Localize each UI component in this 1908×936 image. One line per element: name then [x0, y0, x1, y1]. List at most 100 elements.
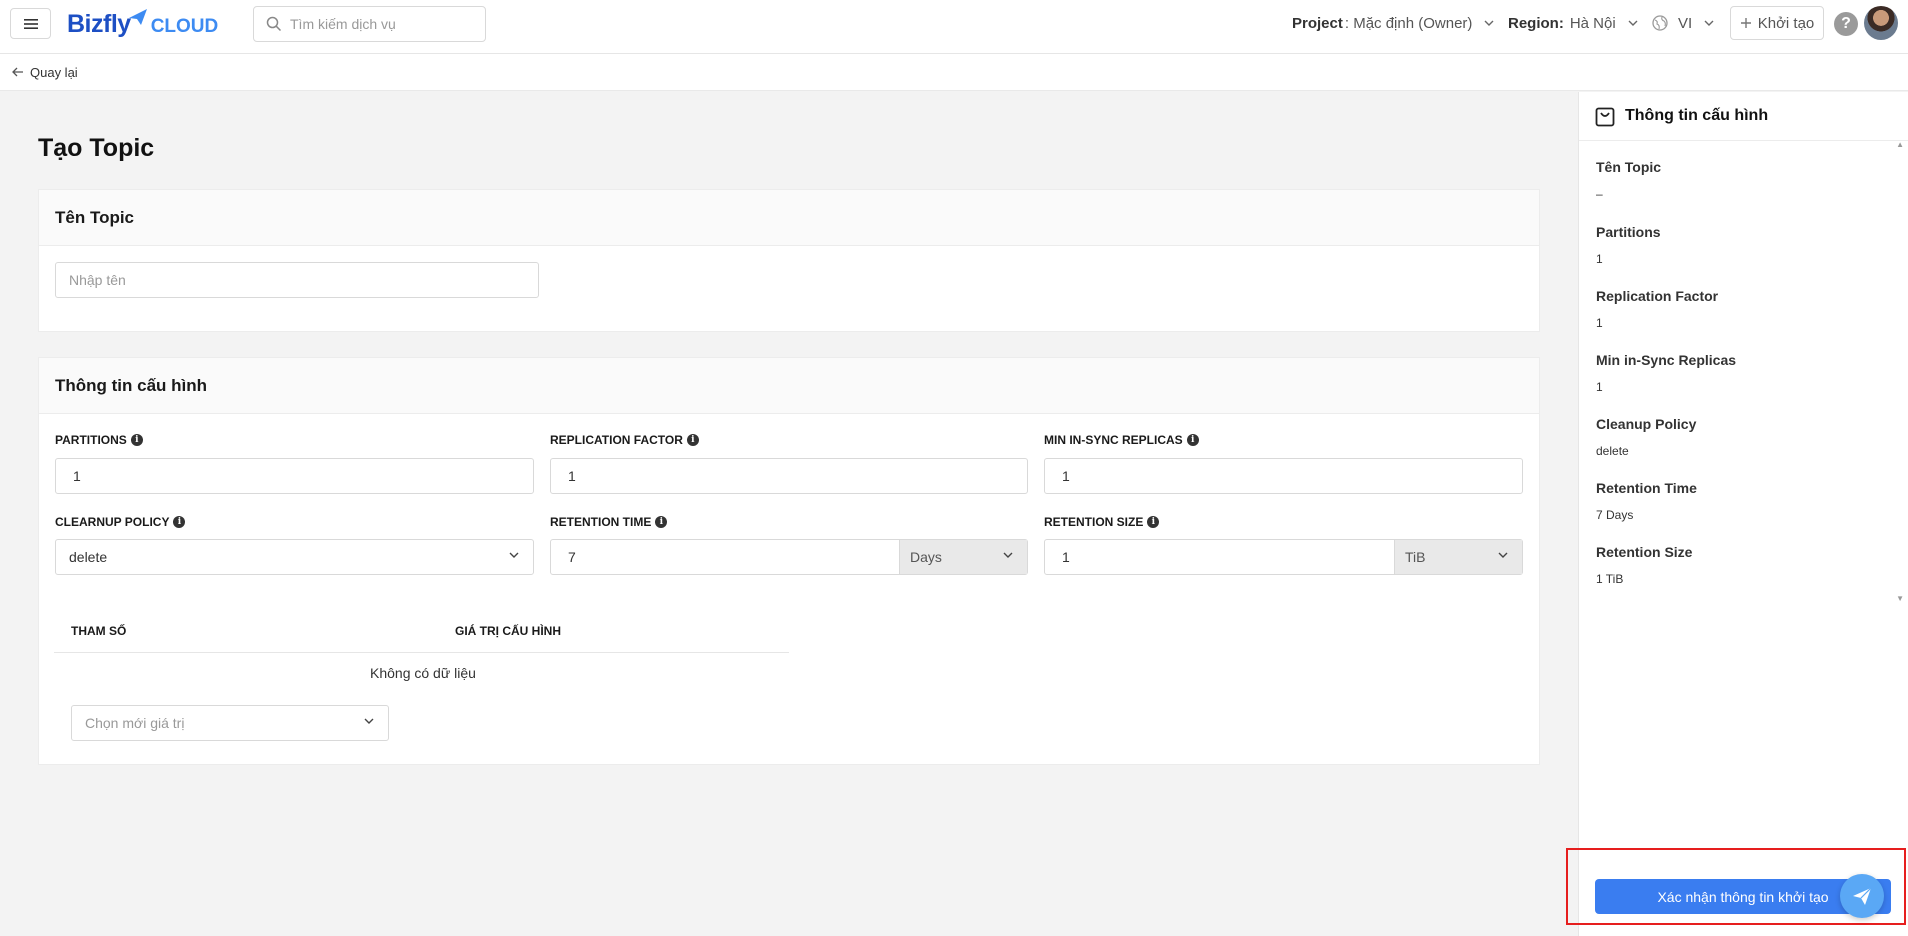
replication-value: 1 — [568, 468, 576, 484]
info-icon[interactable]: i — [130, 434, 143, 446]
summary-item-value: 1 TiB — [1596, 572, 1624, 586]
new-value-placeholder: Chọn mới giá trị — [85, 715, 185, 731]
summary-title: Thông tin cấu hình — [1625, 107, 1769, 124]
scroll-down-icon[interactable]: ▼ — [1896, 594, 1904, 603]
top-header: Bizfly CLOUD Tìm kiếm dịch vụ Project : … — [0, 0, 1908, 54]
cleanup-policy-value: delete — [69, 549, 108, 565]
table-col-param: THAM SỐ — [71, 624, 127, 638]
create-button[interactable]: Khởi tạo — [1730, 6, 1824, 40]
chat-fab[interactable] — [1840, 874, 1884, 918]
summary-item: Retention Time 7 Days — [1596, 480, 1697, 522]
brand-sub: CLOUD — [150, 16, 219, 37]
summary-item-key: Retention Size — [1596, 544, 1693, 560]
brand-logo[interactable]: Bizfly CLOUD — [67, 6, 218, 42]
region-value: Hà Nội — [1569, 14, 1616, 32]
retention-size-label: RETENTION SIZE i — [1044, 515, 1160, 529]
summary-item-value: 1 — [1596, 316, 1603, 330]
summary-item-value: delete — [1596, 444, 1629, 458]
chevron-down-icon — [1484, 20, 1494, 26]
cleanup-label: CLEARNUP POLICY i — [55, 515, 186, 529]
retention-time-label-text: RETENTION TIME — [550, 515, 652, 529]
partitions-label-text: PARTITIONS — [55, 433, 127, 447]
search-icon — [266, 16, 282, 32]
summary-item-key: Min in-Sync Replicas — [1596, 352, 1737, 368]
chevron-down-icon — [1704, 20, 1714, 26]
summary-item-value: 7 Days — [1596, 508, 1634, 522]
back-link[interactable]: Quay lại — [0, 54, 1908, 91]
retention-size-value: 1 — [1062, 549, 1070, 565]
retention-size-unit: TiB — [1405, 549, 1426, 565]
chevron-down-icon — [1003, 552, 1013, 558]
retention-size-input[interactable]: 1 TiB — [1044, 539, 1523, 575]
search-input[interactable]: Tìm kiếm dịch vụ — [253, 6, 486, 42]
menu-button[interactable] — [10, 8, 51, 39]
project-label: Project — [1292, 14, 1343, 32]
summary-item-key: Retention Time — [1596, 480, 1697, 496]
region-selector[interactable]: Region: Hà Nội — [1508, 0, 1638, 46]
retention-time-input[interactable]: 7 Days — [550, 539, 1028, 575]
chevron-down-icon — [364, 718, 374, 724]
chevron-down-icon — [1498, 552, 1508, 558]
summary-item-value: 1 — [1596, 380, 1603, 394]
info-icon[interactable]: i — [686, 434, 699, 446]
project-value: : Mặc định (Owner) — [1344, 14, 1473, 32]
new-value-select[interactable]: Chọn mới giá trị — [71, 705, 389, 741]
partitions-value: 1 — [73, 468, 81, 484]
min-isr-input[interactable]: 1 — [1044, 458, 1523, 494]
min-isr-label: MIN IN-SYNC REPLICAS i — [1044, 433, 1199, 447]
summary-item-key: Cleanup Policy — [1596, 416, 1697, 432]
table-col-value: GIÁ TRỊ CẤU HÌNH — [455, 624, 561, 638]
info-icon[interactable]: i — [655, 516, 668, 528]
language-value: VI — [1678, 14, 1693, 32]
topic-name-heading: Tên Topic — [39, 190, 1539, 246]
paper-plane-logo-icon — [128, 9, 147, 25]
retention-time-unit-select[interactable]: Days — [899, 540, 1027, 574]
cleanup-policy-select[interactable]: delete — [55, 539, 534, 575]
summary-item-key: Tên Topic — [1596, 159, 1662, 175]
paper-plane-icon — [1853, 887, 1872, 905]
region-label: Region: — [1508, 14, 1564, 32]
info-icon[interactable]: i — [173, 516, 186, 528]
summary-heading: Thông tin cấu hình — [1579, 92, 1908, 141]
cleanup-label-text: CLEARNUP POLICY — [55, 515, 170, 529]
scroll-up-icon[interactable]: ▲ — [1896, 140, 1904, 149]
info-icon[interactable]: i — [1186, 434, 1199, 446]
min-isr-label-text: MIN IN-SYNC REPLICAS — [1044, 433, 1183, 447]
retention-time-unit: Days — [910, 549, 942, 565]
topic-name-placeholder: Nhập tên — [69, 272, 126, 288]
topic-name-input[interactable]: Nhập tên — [55, 262, 539, 298]
chevron-down-icon — [1628, 20, 1638, 26]
summary-item: Partitions 1 — [1596, 224, 1661, 266]
brand-main: Bizfly — [67, 9, 131, 38]
retention-size-unit-select[interactable]: TiB — [1394, 540, 1522, 574]
summary-item: Tên Topic – — [1596, 159, 1661, 201]
topic-name-card: Tên Topic — [38, 189, 1540, 332]
retention-time-value: 7 — [568, 549, 576, 565]
retention-size-label-text: RETENTION SIZE — [1044, 515, 1144, 529]
shopping-bag-icon — [1595, 107, 1615, 127]
back-label: Quay lại — [30, 64, 78, 80]
replication-input[interactable]: 1 — [550, 458, 1028, 494]
summary-item: Min in-Sync Replicas 1 — [1596, 352, 1736, 394]
hamburger-icon — [23, 18, 38, 29]
info-icon[interactable]: i — [1147, 516, 1160, 528]
summary-item-key: Replication Factor — [1596, 288, 1719, 304]
project-selector[interactable]: Project : Mặc định (Owner) — [1292, 0, 1494, 46]
summary-item-key: Partitions — [1596, 224, 1661, 240]
summary-item: Retention Size 1 TiB — [1596, 544, 1692, 586]
help-icon[interactable]: ? — [1834, 12, 1858, 36]
plus-icon — [1740, 18, 1751, 28]
search-placeholder: Tìm kiếm dịch vụ — [290, 16, 396, 32]
table-empty-text: Không có dữ liệu — [370, 665, 476, 681]
summary-item-value: 1 — [1596, 252, 1603, 266]
partitions-input[interactable]: 1 — [55, 458, 534, 494]
min-isr-value: 1 — [1062, 468, 1070, 484]
summary-item-value: – — [1596, 187, 1603, 201]
summary-panel: Thông tin cấu hình ▲ ▼ Tên Topic – Partiti… — [1578, 92, 1908, 936]
language-selector[interactable]: VI — [1652, 0, 1714, 46]
partitions-label: PARTITIONS i — [55, 433, 143, 447]
chevron-down-icon — [509, 552, 519, 558]
retention-time-label: RETENTION TIME i — [550, 515, 668, 529]
user-avatar[interactable] — [1864, 6, 1898, 40]
config-heading: Thông tin cấu hình — [39, 358, 1539, 414]
